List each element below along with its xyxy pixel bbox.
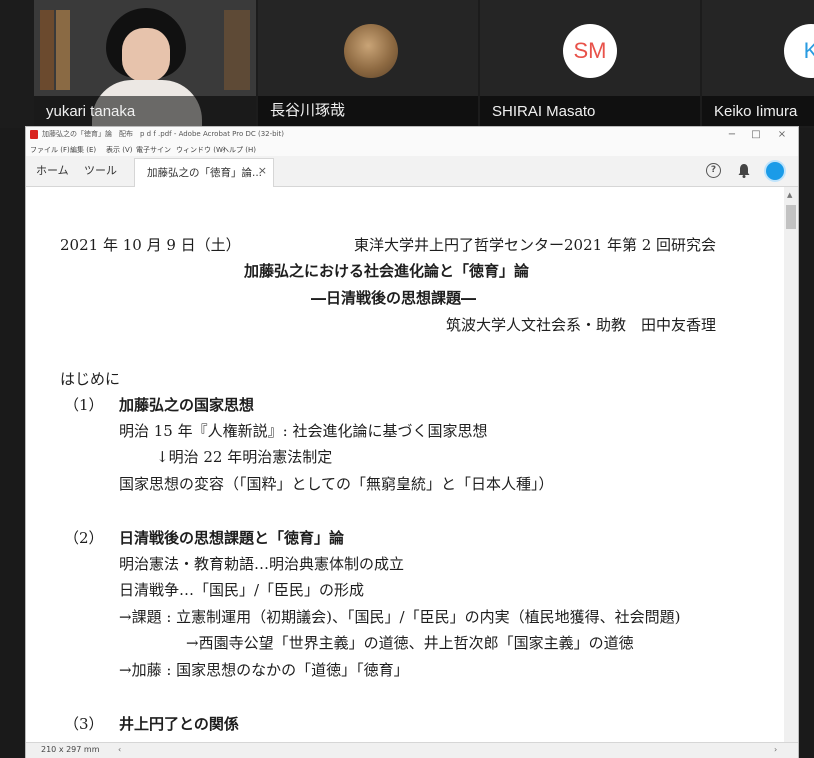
menu-bar: ファイル (F) 編集 (E) 表示 (V) 電子サイン ウィンドウ (W) ヘ…: [26, 143, 798, 170]
scroll-thumb[interactable]: [786, 205, 796, 229]
bookshelf: [224, 10, 250, 90]
title-bar: 加藤弘之の「徳育」論 配布 p d f .pdf - Adobe Acrobat…: [26, 127, 798, 143]
close-tab-icon[interactable]: ×: [258, 164, 267, 177]
participant-name: SHIRAI Masato: [492, 103, 596, 120]
tab-tools[interactable]: ツール: [84, 162, 117, 178]
section-line: →西園寺公望「世界主義」の道徳、井上哲次郎「国家主義」の道徳: [186, 634, 634, 652]
minimize-button[interactable]: −: [720, 127, 744, 143]
bookshelf: [56, 10, 70, 90]
participant-strip: yukari tanaka 長谷川琢哉 SM SHIRAI Masato K K…: [0, 0, 814, 128]
section-number: （2）: [64, 529, 104, 547]
doc-author: 筑波大学人文社会系・助教 田中友香理: [446, 316, 717, 334]
menu-edit[interactable]: 編集 (E): [70, 145, 96, 155]
section-heading: 加藤弘之の国家思想: [119, 396, 255, 414]
doc-title: 加藤弘之における社会進化論と「徳育」論: [244, 262, 530, 280]
acrobat-window: 加藤弘之の「徳育」論 配布 p d f .pdf - Adobe Acrobat…: [26, 127, 798, 758]
pdf-page: 2021 年 10 月 9 日（土） 東洋大学井上円了哲学センター2021 年第…: [26, 187, 784, 742]
section-line: →課題 : 立憲制運用（初期議会)、「国民」/「臣民」の内実（植民地獲得、社会問…: [119, 608, 681, 626]
participant-tile[interactable]: SM SHIRAI Masato: [480, 0, 700, 126]
menu-window[interactable]: ウィンドウ (W): [176, 145, 226, 155]
window-title: 加藤弘之の「徳育」論 配布 p d f .pdf - Adobe Acrobat…: [42, 130, 285, 138]
status-bar: 210 x 297 mm ‹ ›: [26, 742, 798, 758]
section-line: →加藤 : 国家思想のなかの「道徳」「徳育」: [119, 661, 409, 679]
doc-subtitle: ―日清戦後の思想課題―: [311, 289, 477, 307]
bell-icon[interactable]: [738, 163, 750, 178]
avatar: K: [784, 24, 814, 78]
participant-tile[interactable]: yukari tanaka: [34, 0, 256, 126]
section-heading: 井上円了との関係: [119, 715, 239, 733]
doc-intro-heading: はじめに: [60, 370, 121, 388]
page-size: 210 x 297 mm: [41, 745, 100, 754]
tab-home[interactable]: ホーム: [36, 162, 69, 178]
close-button[interactable]: ×: [770, 127, 794, 143]
section-line: ↓明治 22 年明治憲法制定: [156, 448, 333, 466]
section-number: （1）: [64, 396, 104, 414]
avatar: [344, 24, 398, 78]
tab-document[interactable]: 加藤弘之の「徳育」論... ×: [134, 158, 274, 187]
acrobat-icon: [30, 130, 38, 139]
maximize-button[interactable]: □: [744, 127, 768, 143]
section-line: 明治 15 年『人権新説』: 社会進化論に基づく国家思想: [119, 422, 488, 440]
avatar: SM: [563, 24, 617, 78]
participant-tile[interactable]: K Keiko Iimura: [702, 0, 814, 126]
doc-event: 東洋大学井上円了哲学センター2021 年第 2 回研究会: [354, 236, 717, 254]
participant-name: 長谷川琢哉: [270, 102, 346, 119]
participant-tile[interactable]: 長谷川琢哉: [258, 0, 478, 126]
bookshelf: [40, 10, 54, 90]
participant-name: Keiko Iimura: [714, 103, 798, 120]
scroll-up-icon[interactable]: ▲: [787, 191, 792, 199]
section-heading: 日清戦後の思想課題と「徳育」論: [119, 529, 345, 547]
menu-help[interactable]: ヘルプ (H): [222, 145, 256, 155]
section-line: 国家思想の変容（「国粋」としての「無窮皇統」と「日本人種」）: [119, 475, 554, 493]
participant-video-face: [122, 28, 170, 82]
user-icon[interactable]: [766, 162, 784, 180]
menu-esign[interactable]: 電子サイン: [136, 145, 171, 155]
scroll-right-icon[interactable]: ›: [774, 745, 777, 754]
doc-date: 2021 年 10 月 9 日（土）: [60, 236, 241, 254]
menu-file[interactable]: ファイル (F): [30, 145, 70, 155]
scroll-left-icon[interactable]: ‹: [118, 745, 121, 754]
section-number: （3）: [64, 715, 104, 733]
section-line: 日清戦争…「国民」/「臣民」の形成: [119, 581, 365, 599]
menu-view[interactable]: 表示 (V): [106, 145, 132, 155]
help-icon[interactable]: ?: [706, 163, 721, 178]
vertical-scrollbar[interactable]: ▲: [784, 187, 798, 742]
document-tab-label: 加藤弘之の「徳育」論...: [147, 167, 263, 179]
section-line: 明治憲法・教育勅語…明治典憲体制の成立: [119, 555, 405, 573]
tab-bar: ホーム ツール 加藤弘之の「徳育」論... × ?: [26, 156, 798, 187]
participant-name: yukari tanaka: [46, 103, 136, 120]
